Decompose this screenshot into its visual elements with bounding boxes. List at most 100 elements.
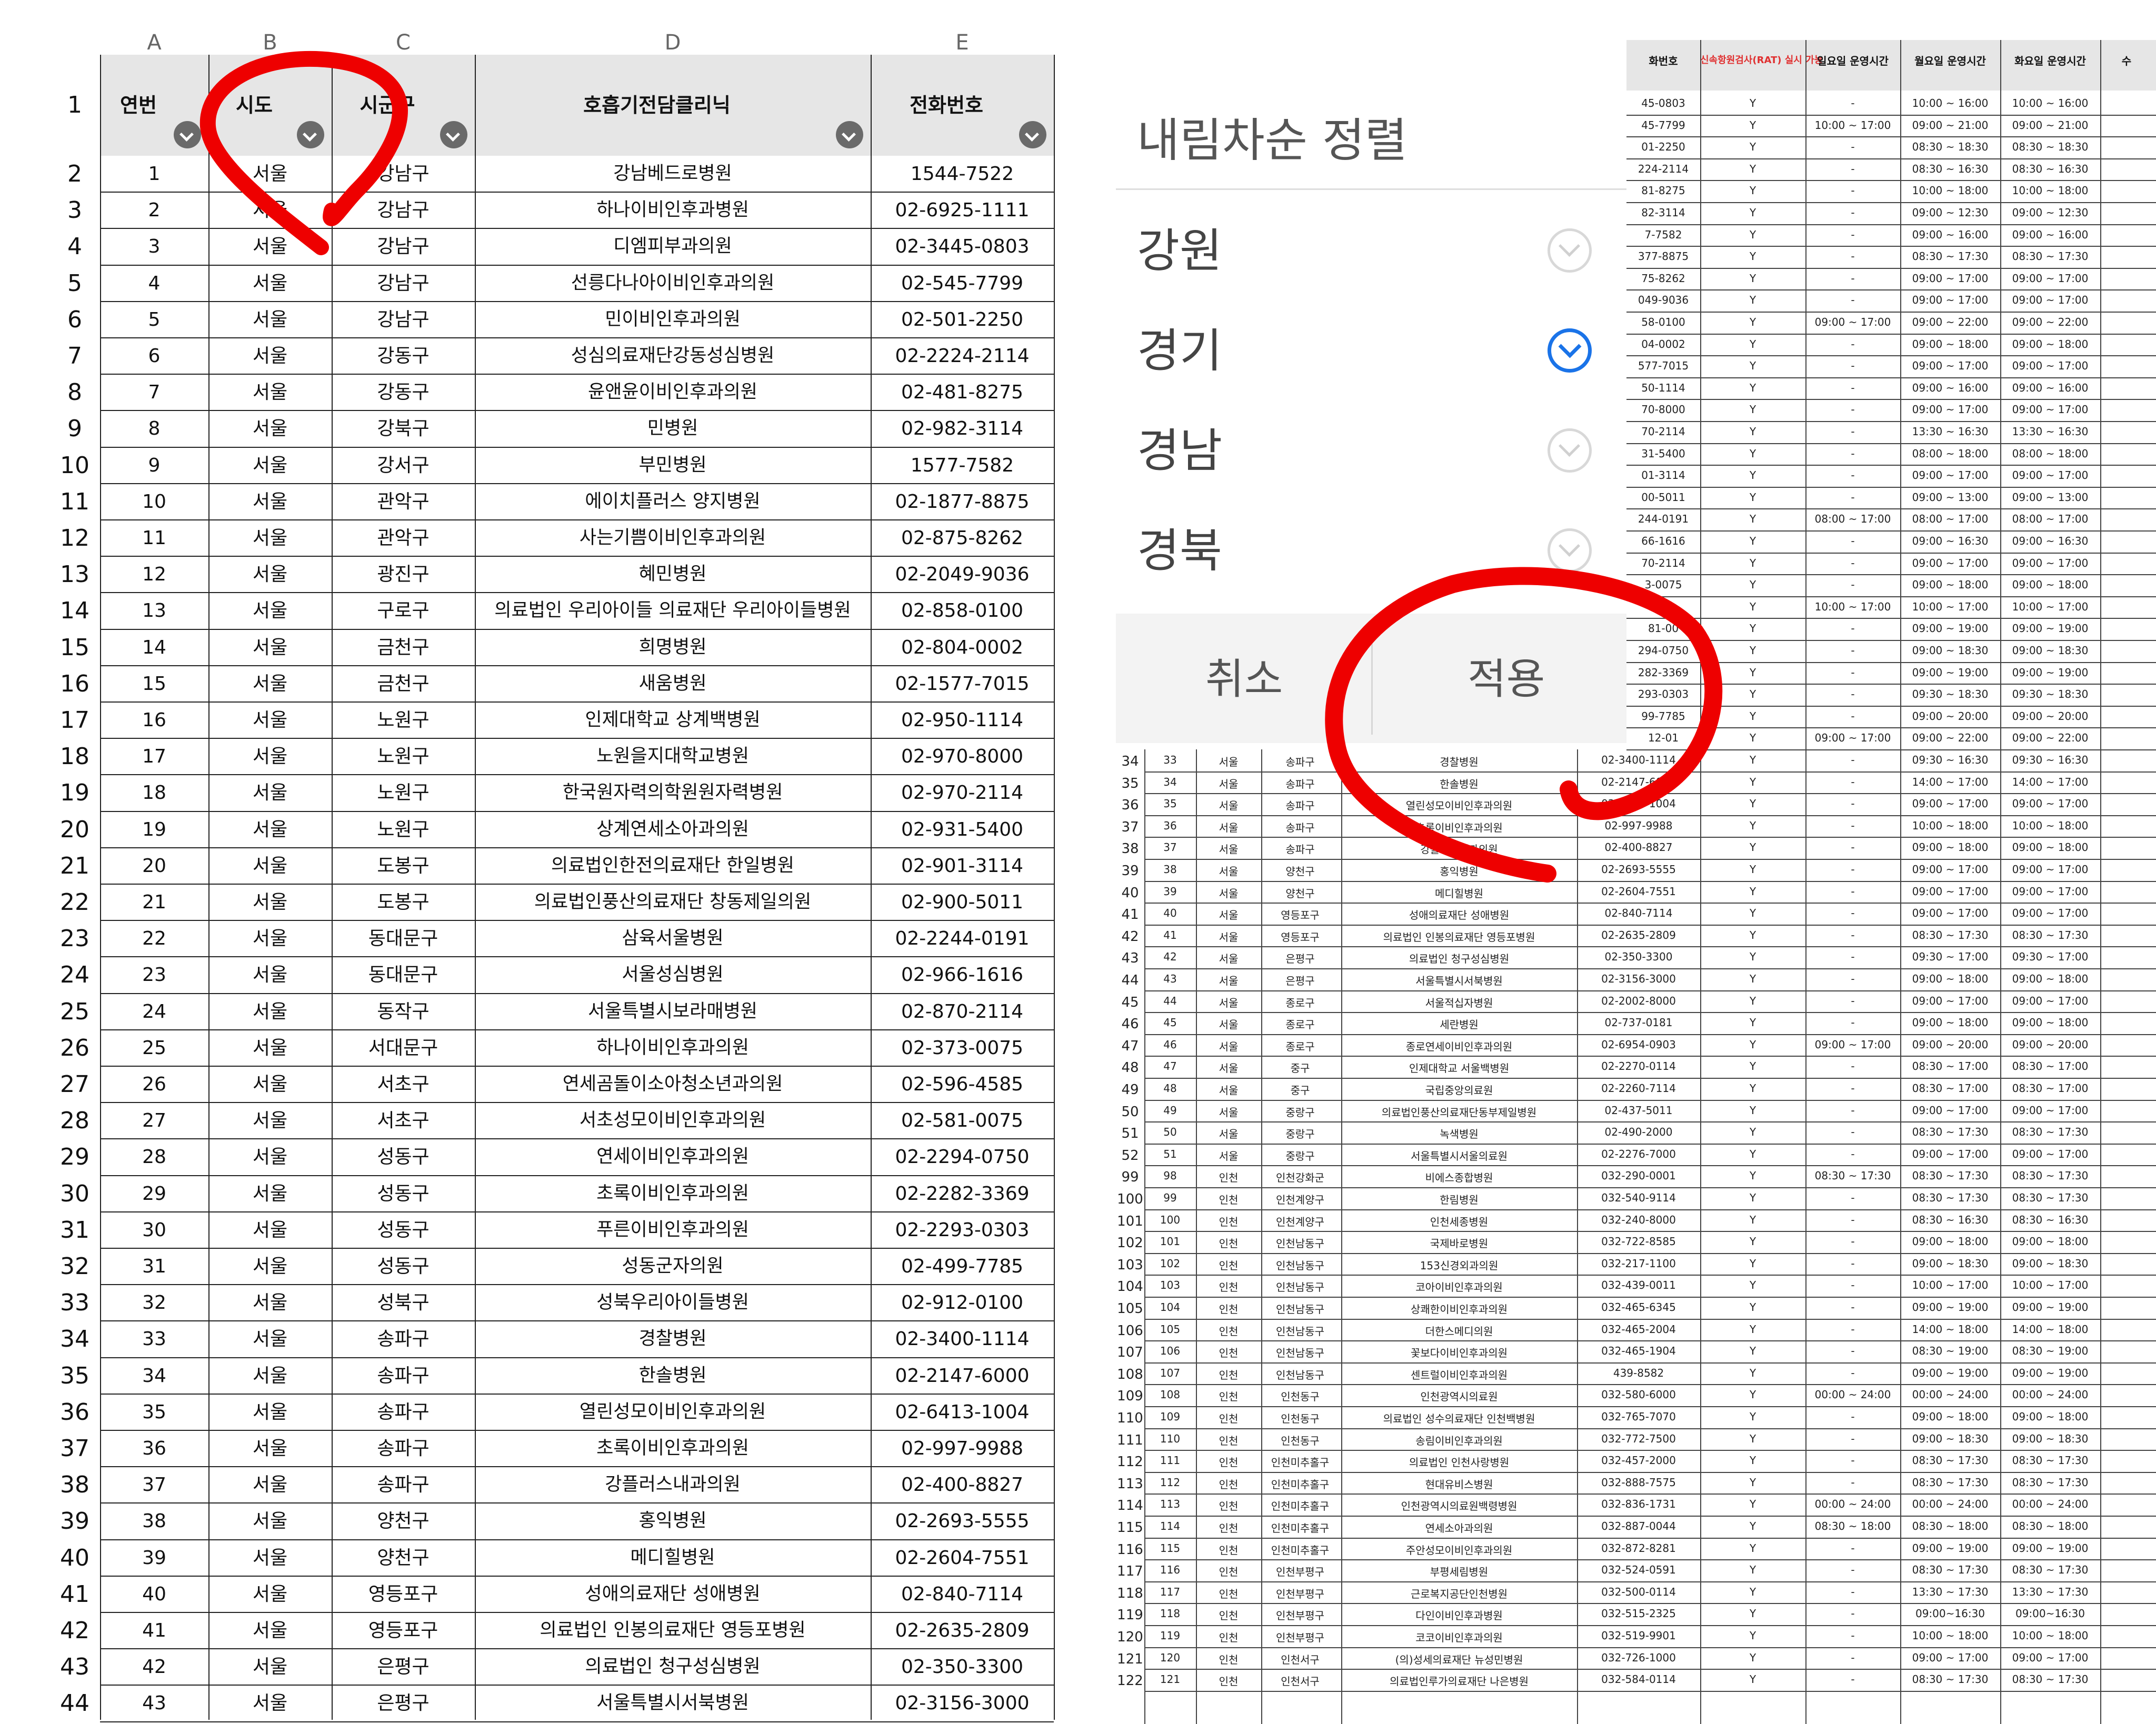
table-cell[interactable]: 금천구	[332, 666, 475, 702]
table-cell[interactable]: 7	[100, 374, 208, 410]
row-number[interactable]: 11	[49, 484, 100, 520]
table-cell[interactable]: 성동군자의원	[475, 1248, 871, 1285]
table-cell[interactable]: 서울	[208, 338, 332, 374]
table-cell[interactable]: 하나이비인후과의원	[475, 1030, 871, 1066]
table-cell[interactable]: 강남구	[332, 192, 475, 228]
table-cell[interactable]: 서울	[208, 994, 332, 1030]
table-cell[interactable]: 41	[100, 1612, 208, 1649]
table-cell[interactable]: 14	[100, 629, 208, 666]
row-number[interactable]: 25	[49, 994, 100, 1030]
table-cell[interactable]: 38	[100, 1503, 208, 1539]
table-cell[interactable]: 상계연세소아과의원	[475, 811, 871, 848]
table-cell[interactable]: 초록이비인후과의원	[475, 1430, 871, 1467]
table-cell[interactable]: 02-970-2114	[871, 775, 1054, 811]
table-cell[interactable]: 서울	[208, 1176, 332, 1212]
row-number[interactable]: 4	[49, 228, 100, 265]
table-cell[interactable]: 2	[100, 192, 208, 228]
table-cell[interactable]: 40	[100, 1576, 208, 1612]
table-cell[interactable]: 17	[100, 738, 208, 775]
table-cell[interactable]: 강남구	[332, 302, 475, 338]
table-cell[interactable]: 성동구	[332, 1176, 475, 1212]
table-cell[interactable]: 5	[100, 302, 208, 338]
table-cell[interactable]: 도봉구	[332, 848, 475, 884]
table-cell[interactable]: 23	[100, 957, 208, 993]
table-cell[interactable]: 02-499-7785	[871, 1248, 1054, 1285]
table-cell[interactable]: 8	[100, 410, 208, 447]
table-cell[interactable]: 26	[100, 1066, 208, 1102]
table-cell[interactable]: 푸른이비인후과의원	[475, 1212, 871, 1248]
table-cell[interactable]: 02-875-8262	[871, 520, 1054, 556]
table-cell[interactable]: 02-2244-0191	[871, 920, 1054, 957]
row-number[interactable]: 29	[49, 1139, 100, 1175]
table-cell[interactable]: 구로구	[332, 593, 475, 629]
table-cell[interactable]: 02-3156-3000	[871, 1685, 1054, 1721]
table-cell[interactable]: 한솔병원	[475, 1358, 871, 1394]
table-cell[interactable]: 서울	[208, 1030, 332, 1066]
table-cell[interactable]: 서울	[208, 520, 332, 556]
row-number[interactable]: 37	[49, 1430, 100, 1467]
table-cell[interactable]: 서울	[208, 447, 332, 484]
filter-dropdown-icon[interactable]	[297, 121, 324, 148]
row-number[interactable]: 24	[49, 957, 100, 993]
row-number[interactable]: 36	[49, 1394, 100, 1430]
table-cell[interactable]: 인제대학교 상계백병원	[475, 702, 871, 738]
table-cell[interactable]: 02-2049-9036	[871, 556, 1054, 593]
table-cell[interactable]: 연세이비인후과의원	[475, 1139, 871, 1175]
table-cell[interactable]: 39	[100, 1540, 208, 1576]
table-cell[interactable]: 디엠피부과의원	[475, 228, 871, 265]
row-number[interactable]: 16	[49, 666, 100, 702]
table-cell[interactable]: 서울	[208, 666, 332, 702]
row-number[interactable]: 10	[49, 447, 100, 484]
table-cell[interactable]: 02-870-2114	[871, 994, 1054, 1030]
sort-option-2[interactable]: 경기	[1137, 314, 1222, 380]
table-cell[interactable]: 서울	[208, 811, 332, 848]
table-cell[interactable]: 송파구	[332, 1358, 475, 1394]
table-cell[interactable]: 02-545-7799	[871, 265, 1054, 302]
table-cell[interactable]: 28	[100, 1139, 208, 1175]
row-number[interactable]: 13	[49, 556, 100, 593]
table-cell[interactable]: 02-901-3114	[871, 848, 1054, 884]
check-circle-icon[interactable]	[1548, 228, 1592, 273]
table-cell[interactable]: 02-373-0075	[871, 1030, 1054, 1066]
column-letter[interactable]: C	[332, 31, 475, 55]
row-number[interactable]: 12	[49, 520, 100, 556]
table-cell[interactable]: 02-400-8827	[871, 1467, 1054, 1503]
table-cell[interactable]: 홍익병원	[475, 1503, 871, 1539]
table-cell[interactable]: 서울	[208, 1212, 332, 1248]
table-cell[interactable]: 21	[100, 884, 208, 920]
row-number[interactable]: 32	[49, 1248, 100, 1285]
table-cell[interactable]: 열린성모이비인후과의원	[475, 1394, 871, 1430]
table-cell[interactable]: 영등포구	[332, 1612, 475, 1649]
table-cell[interactable]: 성동구	[332, 1139, 475, 1175]
table-cell[interactable]: 서울	[208, 1285, 332, 1321]
table-cell[interactable]: 윤앤윤이비인후과의원	[475, 374, 871, 410]
table-cell[interactable]: 12	[100, 556, 208, 593]
row-number[interactable]: 18	[49, 738, 100, 775]
table-cell[interactable]: 02-950-1114	[871, 702, 1054, 738]
filter-dropdown-icon[interactable]	[1019, 121, 1046, 148]
table-cell[interactable]: 강남베드로병원	[475, 156, 871, 192]
table-cell[interactable]: 서울	[208, 1321, 332, 1357]
row-number[interactable]: 44	[49, 1685, 100, 1721]
table-cell[interactable]: 25	[100, 1030, 208, 1066]
table-cell[interactable]: 02-970-8000	[871, 738, 1054, 775]
table-cell[interactable]: 02-900-5011	[871, 884, 1054, 920]
table-cell[interactable]: 서울	[208, 629, 332, 666]
column-letter[interactable]: E	[871, 31, 1054, 55]
table-cell[interactable]: 서울	[208, 156, 332, 192]
table-cell[interactable]: 02-481-8275	[871, 374, 1054, 410]
row-number[interactable]: 19	[49, 775, 100, 811]
row-number[interactable]: 43	[49, 1649, 100, 1685]
table-cell[interactable]: 혜민병원	[475, 556, 871, 593]
table-cell[interactable]: 24	[100, 994, 208, 1030]
table-cell[interactable]: 강동구	[332, 374, 475, 410]
table-cell[interactable]: 민병원	[475, 410, 871, 447]
row-number[interactable]: 42	[49, 1612, 100, 1649]
table-cell[interactable]: 22	[100, 920, 208, 957]
table-cell[interactable]: 02-2147-6000	[871, 1358, 1054, 1394]
column-letter[interactable]: A	[100, 31, 208, 55]
row-number[interactable]: 5	[49, 265, 100, 302]
table-cell[interactable]: 서울	[208, 1540, 332, 1576]
table-cell[interactable]: 02-966-1616	[871, 957, 1054, 993]
table-cell[interactable]: 광진구	[332, 556, 475, 593]
